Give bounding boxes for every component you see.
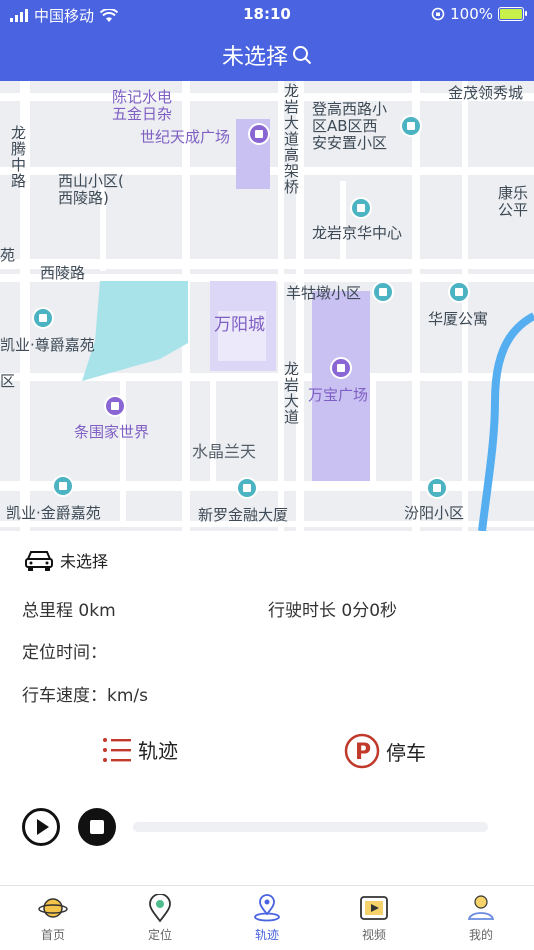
building-pin-icon[interactable]: [52, 475, 74, 497]
map-label-tiaowei: 条围家世界: [74, 423, 150, 441]
play-icon[interactable]: [22, 808, 60, 846]
info-panel: 未选择 总里程 0km 行驶时长 0分0秒 定位时间： 行车速度：km/s 轨迹…: [0, 531, 534, 885]
map-label-wanyang: 万阳城: [214, 315, 265, 335]
building-pin-icon[interactable]: [372, 281, 394, 303]
building-pin-icon[interactable]: [350, 197, 372, 219]
tab-video[interactable]: 视频: [334, 894, 414, 943]
tab-home[interactable]: 首页: [13, 894, 93, 943]
map-label-chenji: 陈记水电 五金日杂: [112, 88, 173, 123]
map-label-jinghua: 龙岩京华中心: [312, 224, 403, 242]
tab-track-label: 轨迹: [254, 928, 279, 942]
stop-icon[interactable]: [78, 808, 116, 846]
playback-progress[interactable]: [133, 822, 488, 832]
track-button[interactable]: 轨迹: [102, 735, 178, 764]
map-label-shuijing: 水晶兰天: [192, 442, 257, 461]
header-title: 未选择: [221, 44, 288, 70]
map-label-fenyang: 汾阳小区: [404, 504, 465, 522]
top-bar: 中国移动 18:10 100% 未选择: [0, 0, 534, 81]
shopping-pin-icon[interactable]: [104, 395, 126, 417]
locate-time-text: 定位时间：: [22, 643, 107, 663]
map-label-jinmao: 金茂领秀城: [448, 84, 524, 102]
map-label-longteng: 龙腾中路: [9, 125, 27, 189]
status-bar: 中国移动 18:10 100%: [0, 0, 534, 28]
vehicle-row[interactable]: 未选择: [24, 548, 108, 572]
battery-percent: 100%: [450, 5, 493, 23]
car-icon: [25, 551, 53, 571]
map-label-kaiye-zunjue: 凯业·尊爵嘉苑: [0, 336, 95, 354]
list-icon: [103, 737, 131, 762]
map-label-wanbao: 万宝广场: [308, 386, 369, 404]
map-label-shiji: 世纪天成广场: [140, 128, 231, 146]
action-row: 轨迹 P 停车: [0, 731, 534, 775]
tab-locate[interactable]: 定位: [120, 893, 200, 943]
mileage-text: 总里程 0km: [22, 601, 116, 621]
tab-video-label: 视频: [361, 928, 386, 942]
tab-mine[interactable]: 我的: [441, 894, 521, 943]
speed-text: 行车速度：km/s: [22, 686, 148, 706]
building-pin-icon[interactable]: [400, 115, 422, 137]
track-label: 轨迹: [138, 739, 178, 763]
map-label-xinluo: 新罗金融大厦: [198, 506, 289, 524]
orientation-lock-icon: [431, 7, 445, 21]
user-icon: [466, 894, 496, 922]
search-icon: [293, 45, 312, 64]
parking-label: 停车: [386, 740, 426, 765]
tab-track[interactable]: 轨迹: [227, 894, 307, 943]
playback-controls: [0, 805, 534, 849]
planet-icon: [38, 894, 68, 922]
map-label-kangle: 康乐 公平: [498, 184, 529, 219]
building-pin-icon[interactable]: [236, 477, 258, 499]
tab-locate-label: 定位: [147, 928, 172, 942]
map-label-denggao: 登高西路小 区AB区西 安安置小区: [312, 100, 388, 152]
parking-button[interactable]: P 停车: [344, 733, 426, 769]
vehicle-name: 未选择: [60, 552, 109, 571]
map-label-yangguadun: 羊牯墩小区: [286, 284, 362, 302]
parking-icon: P: [344, 733, 380, 769]
tab-mine-label: 我的: [468, 928, 493, 942]
duration-text: 行驶时长 0分0秒: [268, 601, 398, 621]
tab-home-label: 首页: [40, 928, 65, 942]
video-icon: [359, 894, 389, 922]
building-pin-icon[interactable]: [32, 307, 54, 329]
map-label-kaiye-jinjue: 凯业·金爵嘉苑: [6, 504, 101, 522]
map-label-longyan-gaojia: 龙岩大道高架桥: [282, 83, 300, 195]
map-label-huaxia: 华厦公寓: [428, 310, 489, 328]
map-label-yuan: 苑: [0, 246, 16, 264]
location-pin-icon: [145, 893, 175, 923]
map-label-xishan: 西山小区( 西陵路): [58, 172, 124, 207]
shopping-pin-icon[interactable]: [330, 357, 352, 379]
tab-bar: 首页 定位 轨迹 视频 我的: [0, 885, 534, 950]
track-pin-icon: [252, 894, 282, 922]
map-label-longyan-dadao: 龙岩大道: [282, 361, 300, 425]
svg-text:P: P: [355, 740, 371, 765]
map-label-xilinglu: 西陵路: [40, 264, 86, 282]
shopping-pin-icon[interactable]: [248, 123, 270, 145]
building-pin-icon[interactable]: [448, 281, 470, 303]
map-view[interactable]: 陈记水电 五金日杂 世纪天成广场 龙腾中路 西山小区( 西陵路) 苑 西陵路 凯…: [0, 81, 534, 531]
building-pin-icon[interactable]: [426, 477, 448, 499]
map-roads: [0, 81, 534, 531]
map-label-qu: 区: [0, 372, 16, 390]
battery-icon: [498, 7, 527, 21]
vehicle-selector[interactable]: 未选择: [0, 28, 534, 81]
